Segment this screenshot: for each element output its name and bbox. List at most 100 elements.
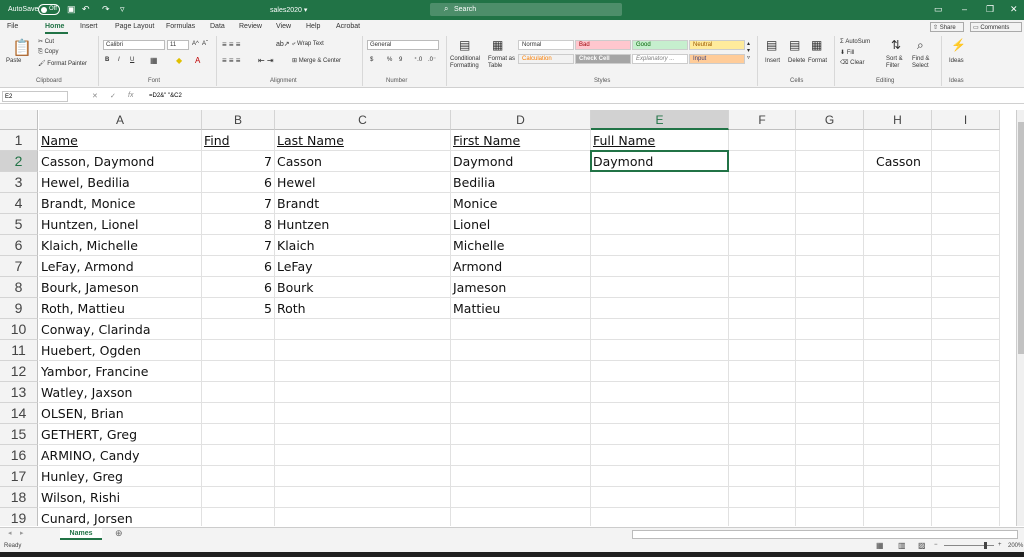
row-header-17[interactable]: 17	[0, 466, 38, 487]
cell-c9[interactable]: Roth	[275, 298, 451, 319]
column-header-g[interactable]: G	[796, 110, 864, 130]
tab-view[interactable]: View	[276, 23, 291, 30]
cell-h16[interactable]	[864, 445, 932, 466]
paste-icon[interactable]: 📋	[12, 38, 32, 58]
cell-b11[interactable]	[202, 340, 275, 361]
format-cells-icon[interactable]: ▦	[811, 38, 822, 52]
row-header-10[interactable]: 10	[0, 319, 38, 340]
add-sheet-icon[interactable]: ⊕	[115, 528, 123, 539]
cell-g17[interactable]	[796, 466, 864, 487]
styles-scroll-icon[interactable]: ▴ ▾ ▿	[747, 40, 750, 61]
insert-cells-icon[interactable]: ▤	[766, 38, 777, 52]
style-good[interactable]: Good	[632, 40, 688, 50]
cell-g9[interactable]	[796, 298, 864, 319]
delete-cells-button[interactable]: Delete	[788, 58, 805, 64]
cell-b18[interactable]	[202, 487, 275, 508]
cell-a19[interactable]: Cunard, Jorsen	[39, 508, 202, 526]
cancel-icon[interactable]: ✕	[92, 92, 98, 100]
format-painter-button[interactable]: 🖌 Format Painter	[38, 60, 87, 67]
row-header-9[interactable]: 9	[0, 298, 38, 319]
format-as-table-icon[interactable]: ▦	[492, 38, 503, 52]
enter-icon[interactable]: ✓	[110, 92, 116, 100]
underline-button[interactable]: U	[130, 57, 134, 63]
find-select-icon[interactable]: ⌕	[917, 38, 924, 53]
cut-button[interactable]: ✂ Cut	[38, 38, 54, 45]
cell-b12[interactable]	[202, 361, 275, 382]
cell-b16[interactable]	[202, 445, 275, 466]
cell-d15[interactable]	[451, 424, 591, 445]
cell-h14[interactable]	[864, 403, 932, 424]
cell-i16[interactable]	[932, 445, 1000, 466]
cell-c3[interactable]: Hewel	[275, 172, 451, 193]
column-header-h[interactable]: H	[864, 110, 932, 130]
cell-b1[interactable]: Find	[202, 130, 275, 151]
cell-g12[interactable]	[796, 361, 864, 382]
currency-button[interactable]: $	[370, 57, 373, 63]
cell-h8[interactable]	[864, 277, 932, 298]
cell-e14[interactable]	[591, 403, 729, 424]
cell-i11[interactable]	[932, 340, 1000, 361]
cell-e6[interactable]	[591, 235, 729, 256]
tab-formulas[interactable]: Formulas	[166, 23, 195, 30]
insert-cells-button[interactable]: Insert	[765, 58, 780, 64]
cell-i6[interactable]	[932, 235, 1000, 256]
row-header-15[interactable]: 15	[0, 424, 38, 445]
sheet-tab-names[interactable]: Names	[60, 528, 102, 540]
cell-i1[interactable]	[932, 130, 1000, 151]
cell-e11[interactable]	[591, 340, 729, 361]
column-header-a[interactable]: A	[39, 110, 202, 130]
merge-center-button[interactable]: ⊞ Merge & Center	[292, 57, 341, 64]
copy-button[interactable]: ⎘ Copy	[38, 49, 58, 56]
style-input[interactable]: Input	[689, 54, 745, 64]
cell-b14[interactable]	[202, 403, 275, 424]
page-break-view-icon[interactable]: ▨	[918, 541, 926, 550]
wrap-text-button[interactable]: ⤶ Wrap Text	[292, 41, 324, 48]
cell-f16[interactable]	[729, 445, 796, 466]
cell-a18[interactable]: Wilson, Rishi	[39, 487, 202, 508]
cell-g4[interactable]	[796, 193, 864, 214]
cell-c18[interactable]	[275, 487, 451, 508]
cell-g2[interactable]	[796, 151, 864, 172]
cell-f7[interactable]	[729, 256, 796, 277]
grow-font-button[interactable]: A^	[192, 41, 199, 47]
restore-icon[interactable]: ❐	[986, 4, 994, 15]
column-header-e[interactable]: E	[591, 110, 729, 130]
style-normal[interactable]: Normal	[518, 40, 574, 50]
tab-data[interactable]: Data	[210, 23, 225, 30]
cell-h7[interactable]	[864, 256, 932, 277]
style-calculation[interactable]: Calculation	[518, 54, 574, 64]
cell-f4[interactable]	[729, 193, 796, 214]
cell-g18[interactable]	[796, 487, 864, 508]
cell-c4[interactable]: Brandt	[275, 193, 451, 214]
cell-i3[interactable]	[932, 172, 1000, 193]
column-header-b[interactable]: B	[202, 110, 275, 130]
tab-insert[interactable]: Insert	[80, 23, 98, 30]
prev-sheet-icon[interactable]: ◂	[8, 529, 12, 537]
cell-b17[interactable]	[202, 466, 275, 487]
cell-d11[interactable]	[451, 340, 591, 361]
cell-a1[interactable]: Name	[39, 130, 202, 151]
cell-i10[interactable]	[932, 319, 1000, 340]
align-top-icon[interactable]: ≡ ≡ ≡	[222, 40, 240, 49]
cell-i19[interactable]	[932, 508, 1000, 526]
cell-b5[interactable]: 8	[202, 214, 275, 235]
select-all-button[interactable]	[0, 110, 38, 130]
cell-c6[interactable]: Klaich	[275, 235, 451, 256]
style-bad[interactable]: Bad	[575, 40, 631, 50]
normal-view-icon[interactable]: ▦	[876, 541, 884, 550]
column-header-f[interactable]: F	[729, 110, 796, 130]
tab-review[interactable]: Review	[239, 23, 262, 30]
tab-acrobat[interactable]: Acrobat	[336, 23, 360, 30]
cell-a5[interactable]: Huntzen, Lionel	[39, 214, 202, 235]
row-header-7[interactable]: 7	[0, 256, 38, 277]
cell-g7[interactable]	[796, 256, 864, 277]
row-header-18[interactable]: 18	[0, 487, 38, 508]
cell-g11[interactable]	[796, 340, 864, 361]
cell-g1[interactable]	[796, 130, 864, 151]
cell-d1[interactable]: First Name	[451, 130, 591, 151]
cell-d19[interactable]	[451, 508, 591, 526]
cell-a10[interactable]: Conway, Clarinda	[39, 319, 202, 340]
delete-cells-icon[interactable]: ▤	[789, 38, 800, 52]
find-select-button[interactable]: Find & Select	[912, 56, 938, 70]
cell-f1[interactable]	[729, 130, 796, 151]
